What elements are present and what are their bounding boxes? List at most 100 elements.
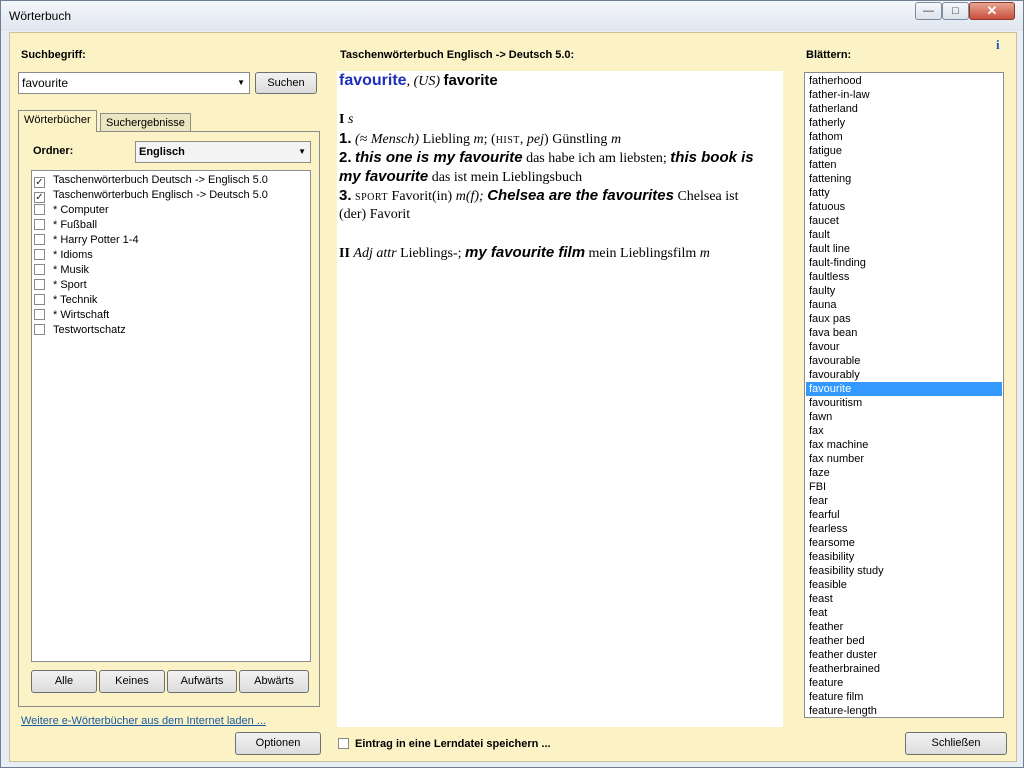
- list-item[interactable]: fava bean: [806, 326, 1002, 340]
- dict-checkbox[interactable]: [34, 279, 45, 290]
- info-icon[interactable]: i: [996, 37, 1000, 53]
- folder-select[interactable]: Englisch ▼: [135, 141, 311, 163]
- example: my favourite: [339, 168, 429, 185]
- list-item[interactable]: feasibility study: [806, 564, 1002, 578]
- dict-checkbox[interactable]: [34, 264, 45, 275]
- list-item[interactable]: feasibility: [806, 550, 1002, 564]
- translation: das ist mein Lieblingsbuch: [431, 170, 583, 185]
- list-item[interactable]: featherbrained: [806, 662, 1002, 676]
- list-item[interactable]: feather bed: [806, 634, 1002, 648]
- list-item[interactable]: ✓ Taschenwörterbuch Deutsch -> Englisch 5…: [34, 173, 268, 188]
- search-input[interactable]: favourite ▼: [18, 72, 250, 94]
- list-item[interactable]: * Computer: [34, 203, 109, 218]
- maximize-button[interactable]: □: [942, 2, 969, 20]
- list-item[interactable]: Testwortschatz: [34, 323, 126, 338]
- select-none-button[interactable]: Keines: [99, 670, 165, 693]
- dict-checkbox[interactable]: ✓: [34, 177, 45, 188]
- list-item[interactable]: fattening: [806, 172, 1002, 186]
- tab-search-results[interactable]: Suchergebnisse: [100, 113, 191, 132]
- list-item[interactable]: ✓ Taschenwörterbuch Englisch -> Deutsch 5…: [34, 188, 268, 203]
- close-button[interactable]: Schließen: [905, 732, 1007, 755]
- list-item[interactable]: faucet: [806, 214, 1002, 228]
- list-item[interactable]: fault-finding: [806, 256, 1002, 270]
- example: this one is my favourite: [355, 149, 523, 166]
- list-item[interactable]: fauna: [806, 298, 1002, 312]
- dict-checkbox[interactable]: [34, 234, 45, 245]
- dict-checkbox[interactable]: [34, 219, 45, 230]
- list-item[interactable]: favourable: [806, 354, 1002, 368]
- search-button[interactable]: Suchen: [255, 72, 317, 94]
- list-item[interactable]: fax number: [806, 452, 1002, 466]
- options-button[interactable]: Optionen: [235, 732, 321, 755]
- select-all-button[interactable]: Alle: [31, 670, 97, 693]
- list-item[interactable]: fax: [806, 424, 1002, 438]
- list-item[interactable]: faultless: [806, 270, 1002, 284]
- list-item[interactable]: fatherly: [806, 116, 1002, 130]
- list-item[interactable]: feature: [806, 676, 1002, 690]
- dict-checkbox[interactable]: ✓: [34, 192, 45, 203]
- list-item[interactable]: feature film: [806, 690, 1002, 704]
- list-item[interactable]: faze: [806, 466, 1002, 480]
- dictionaries-panel: Ordner: Englisch ▼ ✓ Taschenwörterbuch De…: [18, 131, 320, 707]
- list-item[interactable]: feasible: [806, 578, 1002, 592]
- list-item[interactable]: * Wirtschaft: [34, 308, 109, 323]
- dict-label: * Musik: [53, 264, 90, 276]
- chevron-down-icon[interactable]: ▼: [298, 142, 306, 162]
- list-item[interactable]: feature-length: [806, 704, 1002, 717]
- browse-list[interactable]: fatherhood father-in-law fatherland fath…: [804, 72, 1004, 718]
- dictionary-window: Wörterbuch — □ ✕ Suchbegriff: favourite …: [0, 0, 1024, 768]
- list-item-selected[interactable]: favourite: [806, 382, 1002, 396]
- dict-checkbox[interactable]: [34, 294, 45, 305]
- tab-dictionaries[interactable]: Wörterbücher: [18, 110, 97, 132]
- list-item[interactable]: * Technik: [34, 293, 97, 308]
- list-item[interactable]: fathom: [806, 130, 1002, 144]
- list-item[interactable]: * Musik: [34, 263, 89, 278]
- list-item[interactable]: faux pas: [806, 312, 1002, 326]
- list-item[interactable]: fault line: [806, 242, 1002, 256]
- list-item[interactable]: fatherland: [806, 102, 1002, 116]
- list-item[interactable]: fawn: [806, 410, 1002, 424]
- list-item[interactable]: fax machine: [806, 438, 1002, 452]
- list-item[interactable]: fatuous: [806, 200, 1002, 214]
- sense-number: 2.: [339, 149, 352, 166]
- sense-2-cont: my favourite das ist mein Lieblingsbuch: [339, 167, 582, 187]
- more-dictionaries-link[interactable]: Weitere e-Wörterbücher aus dem Internet …: [21, 715, 266, 727]
- list-item[interactable]: favourably: [806, 368, 1002, 382]
- list-item[interactable]: faulty: [806, 284, 1002, 298]
- list-item[interactable]: fatherhood: [806, 74, 1002, 88]
- list-item[interactable]: fatigue: [806, 144, 1002, 158]
- minimize-button[interactable]: —: [915, 2, 942, 20]
- example: my favourite film: [465, 244, 586, 261]
- list-item[interactable]: fatten: [806, 158, 1002, 172]
- list-item[interactable]: feather duster: [806, 648, 1002, 662]
- list-item[interactable]: father-in-law: [806, 88, 1002, 102]
- move-down-button[interactable]: Abwärts: [239, 670, 309, 693]
- close-window-button[interactable]: ✕: [969, 2, 1015, 20]
- list-item[interactable]: fearless: [806, 522, 1002, 536]
- list-item[interactable]: * Harry Potter 1-4: [34, 233, 139, 248]
- save-to-learning-file[interactable]: Eintrag in eine Lerndatei speichern ...: [338, 738, 551, 750]
- list-item[interactable]: fault: [806, 228, 1002, 242]
- list-item[interactable]: * Sport: [34, 278, 87, 293]
- dict-checkbox[interactable]: [34, 309, 45, 320]
- list-item[interactable]: FBI: [806, 480, 1002, 494]
- save-checkbox[interactable]: [338, 738, 349, 749]
- list-item[interactable]: favouritism: [806, 396, 1002, 410]
- example: Chelsea are the favourites: [487, 187, 674, 204]
- list-item[interactable]: feat: [806, 606, 1002, 620]
- dict-checkbox[interactable]: [34, 249, 45, 260]
- list-item[interactable]: feast: [806, 592, 1002, 606]
- list-item[interactable]: * Fußball: [34, 218, 97, 233]
- list-item[interactable]: * Idioms: [34, 248, 93, 263]
- list-item[interactable]: fearful: [806, 508, 1002, 522]
- move-up-button[interactable]: Aufwärts: [167, 670, 237, 693]
- list-item[interactable]: fearsome: [806, 536, 1002, 550]
- section-ii-pos: Adj attr: [353, 246, 397, 261]
- list-item[interactable]: favour: [806, 340, 1002, 354]
- dict-checkbox[interactable]: [34, 324, 45, 335]
- list-item[interactable]: fatty: [806, 186, 1002, 200]
- list-item[interactable]: fear: [806, 494, 1002, 508]
- dict-checkbox[interactable]: [34, 204, 45, 215]
- chevron-down-icon[interactable]: ▼: [237, 73, 245, 93]
- list-item[interactable]: feather: [806, 620, 1002, 634]
